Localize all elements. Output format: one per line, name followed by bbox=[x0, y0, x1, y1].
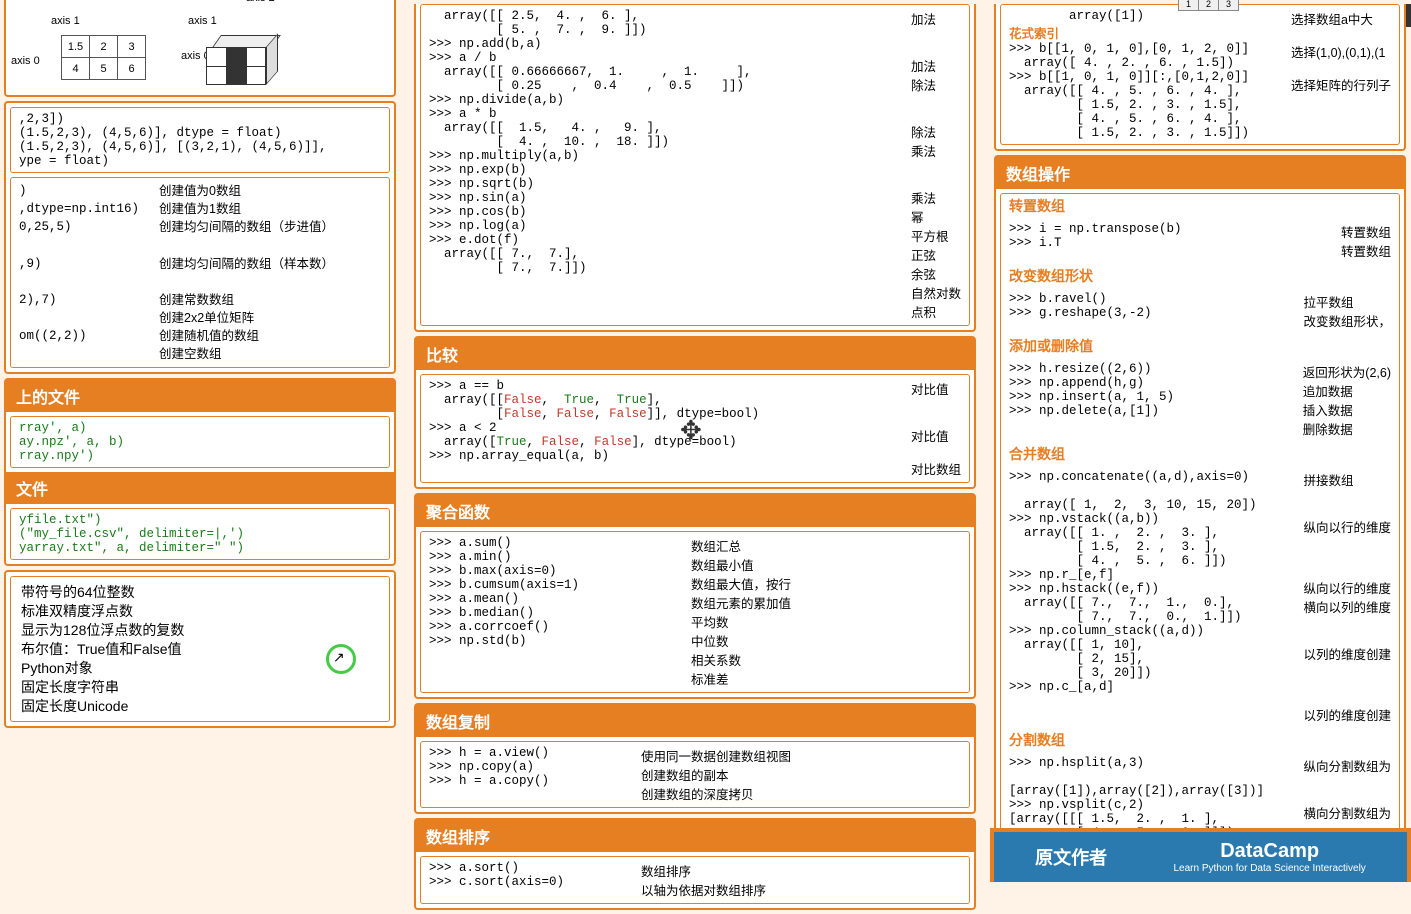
agg-block: >>> a.sum() >>> a.min() >>> b.max(axis=0… bbox=[421, 532, 969, 692]
files-header: 上的文件 bbox=[6, 380, 394, 412]
reshape-block: >>> b.ravel() >>> g.reshape(3,-2) 拉平数组 改… bbox=[1001, 288, 1399, 334]
init-fn-right: 创建值为0数组 创建值为1数组 创建均匀间隔的数组（步进值） 创建均匀间隔的数组… bbox=[159, 182, 381, 363]
reshape-subheader: 改变数组形状 bbox=[1001, 264, 1399, 288]
axis1-label-b: axis 1 bbox=[188, 15, 217, 27]
creation-code: ,2,3]) (1.5,2,3), (4,5,6)], dtype = floa… bbox=[11, 108, 389, 172]
ops-header: 数组操作 bbox=[996, 157, 1404, 189]
addrm-block: >>> h.resize((2,6)) >>> np.append(h,g) >… bbox=[1001, 358, 1399, 442]
datacamp-logo: DataCamp bbox=[1173, 840, 1365, 863]
save-code: rray', a) ay.npz', a, b) rray.npy') bbox=[11, 417, 389, 467]
copy-header: 数组复制 bbox=[416, 705, 974, 737]
sort-block: >>> a.sort() >>> c.sort(axis=0) 数组排序 以轴为… bbox=[421, 857, 969, 903]
copy-block: >>> h = a.view() >>> np.copy(a) >>> h = … bbox=[421, 742, 969, 807]
compare-header: 比较 bbox=[416, 338, 974, 370]
init-fn-left: ) ,dtype=np.int16) 0,25,5) ,9) 2),7) om(… bbox=[19, 182, 159, 363]
sort-header: 数组排序 bbox=[416, 820, 974, 852]
agg-header: 聚合函数 bbox=[416, 495, 974, 527]
indexing-block: array([1]) 花式索引 >>> b[[1, 0, 1, 0],[0, 1… bbox=[1001, 5, 1399, 144]
arithmetic-block: array([[ 2.5, 4. , 6. ], [ 5. , 7. , 9. … bbox=[421, 5, 969, 325]
split-subheader: 分割数组 bbox=[1001, 728, 1399, 752]
init-functions: ) ,dtype=np.int16) 0,25,5) ,9) 2),7) om(… bbox=[11, 178, 389, 367]
axis-diagram: axis 1 axis 0 1.523 456 axis 2 axis 1 ax… bbox=[6, 0, 394, 95]
addrm-subheader: 添加或删除值 bbox=[1001, 334, 1399, 358]
axis2-label-b: axis 2 bbox=[246, 0, 275, 4]
transpose-block: >>> i = np.transpose(b) >>> i.T 转置数组 转置数… bbox=[1001, 218, 1399, 264]
concat-block: >>> np.concatenate((a,d),axis=0) array([… bbox=[1001, 466, 1399, 728]
textfiles-header: 文件 bbox=[6, 472, 394, 504]
transpose-subheader: 转置数组 bbox=[1001, 194, 1399, 218]
mini-grid: 123 bbox=[1178, 0, 1239, 11]
grid-2d: 1.523 456 bbox=[61, 35, 146, 80]
cube-3d bbox=[206, 35, 286, 85]
axis0-label: axis 0 bbox=[11, 55, 40, 67]
move-cursor-icon: ✥ bbox=[680, 415, 702, 446]
types-list: 带符号的64位整数 标准双精度浮点数 显示为128位浮点数的复数 布尔值：Tru… bbox=[21, 583, 379, 715]
axis1-label: axis 1 bbox=[51, 15, 80, 27]
textfiles-code: yfile.txt") ("my_file.csv", delimiter=|,… bbox=[11, 509, 389, 559]
footer: 原文作者 DataCamp Learn Python for Data Scie… bbox=[990, 828, 1411, 882]
footer-left: 原文作者 bbox=[1035, 844, 1107, 870]
datacamp-sub: Learn Python for Data Science Interactiv… bbox=[1173, 863, 1365, 874]
cursor-highlight bbox=[326, 644, 356, 674]
concat-subheader: 合并数组 bbox=[1001, 442, 1399, 466]
